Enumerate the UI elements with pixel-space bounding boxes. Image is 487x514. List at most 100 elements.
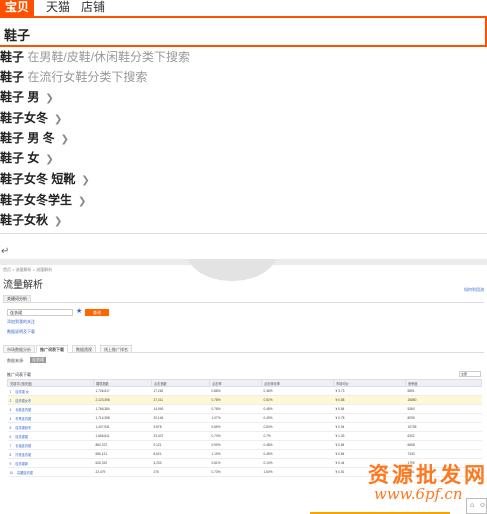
col-impressions[interactable]: 展现指数 — [93, 379, 152, 387]
keyword-link[interactable]: 高腰连衣裙 — [17, 471, 33, 475]
keyword-cell[interactable]: 7 长袖连衣裙 — [7, 440, 94, 450]
table-cell: 0.48% — [261, 440, 334, 450]
table-cell: 0.73% — [209, 431, 262, 441]
table-cell: 0.61% — [209, 458, 262, 468]
col-competition[interactable]: 竞争度 — [405, 379, 482, 387]
table-row[interactable]: 6 连衣裙裙 1,666,611 23,407 0.73% 0.7% ¥ 1.33 6302 — [7, 431, 482, 441]
suggestion-keyword: 鞋子女冬 短靴 — [0, 172, 76, 186]
star-icon[interactable]: ★ — [76, 307, 82, 315]
keyword-link[interactable]: 长袖连衣裙 — [15, 444, 31, 448]
table-row[interactable]: 1 连衣裙 女 1,706,617 17,262 0.88% 0.48% ¥ 3.73 689… — [7, 386, 482, 396]
table-cell: 1,766,384 — [93, 404, 152, 414]
table-cell: 656,121 — [93, 449, 152, 459]
suggestion-item[interactable]: 鞋子 男 冬 ❯ — [0, 128, 487, 148]
table-cell: 20,146 — [151, 413, 210, 423]
table-cell: ¥ 3.73 — [333, 386, 406, 396]
suggestion-item[interactable]: 鞋子女冬 ❯ — [0, 108, 487, 128]
keyword-link[interactable]: 长款连衣裙 — [15, 408, 31, 412]
table-row[interactable]: 8 打底连衣裙 656,121 8,621 1.19% 0.45% ¥ 0.84 7330 — [7, 449, 482, 459]
tab-tmall[interactable]: 天猫 — [38, 0, 78, 16]
keyword-cell[interactable]: 1 连衣裙 女 — [7, 386, 94, 396]
suggestion-item[interactable]: 鞋子女秋 ❯ — [0, 210, 487, 230]
chevron-right-icon: ❯ — [45, 154, 54, 165]
table-cell: ¥ 0.78 — [333, 413, 406, 423]
keyword-link[interactable]: 打底连衣裙 — [15, 453, 31, 457]
table-cell: 0.78% — [209, 395, 262, 405]
table-cell: 5360 — [405, 404, 482, 414]
tab-keyword-download[interactable]: 推广词表下载 — [36, 345, 68, 353]
table-cell: 1,714,398 — [93, 413, 152, 423]
panel-tab-row: 关键词分析 — [3, 295, 484, 303]
rank-number: 5 — [9, 425, 12, 430]
lock-icon[interactable]: ⌂ — [470, 502, 474, 509]
col-ctr[interactable]: 点击率 — [209, 379, 262, 387]
filter-button[interactable]: 连衣裙 — [30, 357, 46, 363]
col-avg-price[interactable]: 市场均价 — [333, 379, 406, 387]
keyword-cell[interactable]: 5 连衣裙秋冬 — [7, 422, 94, 432]
table-row[interactable]: 3 长款连衣裙 1,766,384 14,949 0.76% 0.48% ¥ 0.84 536… — [7, 404, 482, 414]
table-row[interactable]: 4 冬季连衣裙 1,714,398 20,146 1.07% 0.49% ¥ 0.78 809… — [7, 413, 482, 423]
keyword-cell[interactable]: 2 连衣裙女冬 — [7, 395, 94, 405]
keyword-link[interactable]: 连衣裙 女 — [15, 390, 29, 394]
suggestion-item[interactable]: 鞋子 女 ❯ — [0, 148, 487, 168]
keyword-link[interactable]: 连衣裙秋冬 — [15, 426, 31, 430]
keyword-cell[interactable]: 8 打底连衣裙 — [7, 449, 94, 459]
keyword-link[interactable]: 连衣裙女冬 — [15, 399, 31, 403]
rank-number: 2 — [9, 398, 12, 403]
suggestion-item[interactable]: 鞋子 在流行女鞋分类下搜索 — [0, 67, 487, 87]
tab-data-pivot[interactable]: 数据透视 — [72, 345, 96, 353]
tab-market-data[interactable]: 市场数据分析 — [3, 345, 35, 353]
table-label: 推广词表下载 — [7, 372, 31, 377]
table-cell: 0.48% — [261, 404, 334, 414]
search-input[interactable]: 鞋子 — [0, 16, 487, 47]
search-value: 鞋子 — [4, 28, 31, 43]
table-cell: 6302 — [405, 431, 482, 441]
col-clicks[interactable]: 点击指数 — [151, 379, 210, 387]
help-link[interactable]: 如何利用流 — [464, 287, 484, 293]
keyword-link[interactable]: 连衣裙裙 — [15, 435, 28, 439]
suggestion-item[interactable]: 鞋子 在男鞋/皮鞋/休闲鞋分类下搜索 — [0, 47, 487, 67]
add-follow-link[interactable]: 添加到我的关注 — [7, 319, 35, 325]
keyword-link[interactable]: 冬季连衣裙 — [15, 417, 31, 421]
tab-baobei[interactable]: 宝贝 — [0, 0, 34, 16]
keyword-cell[interactable]: 4 冬季连衣裙 — [7, 413, 94, 423]
keyword-cell[interactable]: 3 长款连衣裙 — [7, 404, 94, 414]
table-row[interactable]: 7 长袖连衣裙 860,372 9,121 0.90% 0.48% ¥ 0.84 6658 — [7, 440, 482, 450]
table-filter-select[interactable]: 全部 — [459, 371, 481, 377]
suggestion-keyword: 鞋子 — [0, 70, 25, 84]
chevron-right-icon: ❯ — [45, 93, 54, 104]
user-icon[interactable]: ☺ — [479, 502, 486, 509]
suggestion-keyword: 鞋子女秋 — [0, 213, 49, 227]
suggestion-item[interactable]: 鞋子 男 ❯ — [0, 87, 487, 107]
rank-number: 1 — [9, 389, 12, 394]
tab-online-ranking[interactable]: 线上推广排名 — [100, 345, 132, 353]
table-cell: 7330 — [405, 449, 482, 459]
col-conversion[interactable]: 点击转化率 — [261, 379, 334, 387]
keyword-link[interactable]: 连衣裙新 — [15, 462, 28, 466]
keyword-input[interactable]: 连衣裙 — [7, 309, 73, 316]
suggestion-category: 在男鞋/皮鞋/休闲鞋分类下搜索 — [27, 50, 191, 64]
suggestion-keyword: 鞋子 — [0, 50, 25, 64]
table-row[interactable]: 5 连衣裙秋冬 1,407,941 9,878 0.65% 0.84% ¥ 0.94 1075… — [7, 422, 482, 432]
table-cell: 0.90% — [209, 440, 262, 450]
keyword-cell[interactable]: 10 高腰连衣裙 — [7, 467, 94, 477]
chevron-right-icon: ❯ — [54, 114, 63, 125]
chevron-right-icon: ❯ — [60, 134, 70, 145]
table-row[interactable]: 2 连衣裙女冬 2,123,398 27,311 0.78% 0.52% ¥ 0.88 158… — [7, 395, 482, 405]
suggestion-item[interactable]: 鞋子女冬 短靴 ❯ — [0, 169, 487, 189]
table-cell: 6891 — [405, 386, 482, 396]
table-cell: ¥ 0.94 — [333, 422, 406, 432]
data-info-link[interactable]: 数据说明及下载 — [7, 329, 35, 335]
rank-number: 6 — [9, 434, 12, 439]
keyword-cell[interactable]: 6 连衣裙裙 — [7, 431, 94, 441]
table-cell: 14,949 — [151, 404, 210, 414]
suggestion-keyword: 鞋子 男 冬 — [0, 131, 55, 145]
chevron-right-icon: ❯ — [78, 196, 87, 207]
col-keyword[interactable]: 关键词 (相关度) — [7, 379, 94, 387]
query-button[interactable]: 查询 — [85, 309, 109, 316]
suggestion-item[interactable]: 鞋子女冬学生 ❯ — [0, 190, 487, 210]
table-cell: 0.88% — [209, 386, 262, 396]
tab-shop[interactable]: 店铺 — [80, 0, 106, 16]
tab-keyword-analysis[interactable]: 关键词分析 — [3, 295, 31, 303]
keyword-cell[interactable]: 9 连衣裙新 — [7, 458, 94, 468]
